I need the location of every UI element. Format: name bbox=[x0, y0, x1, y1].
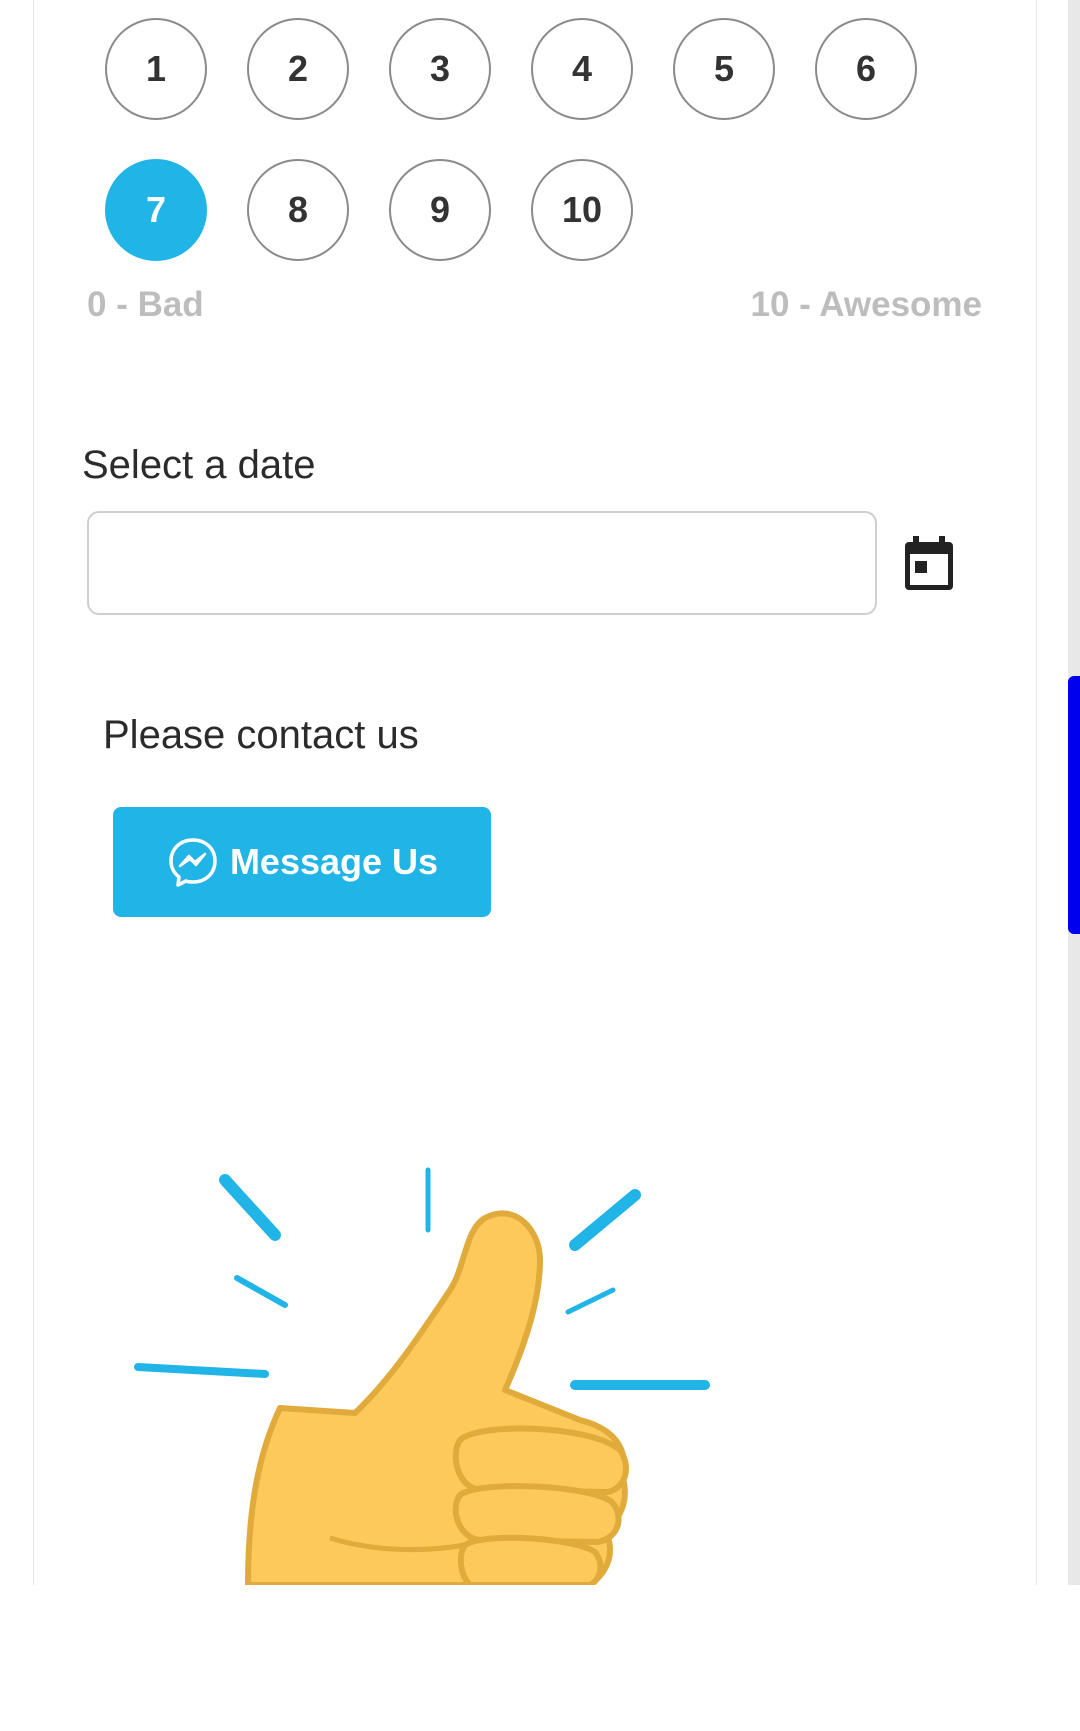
message-us-label: Message Us bbox=[229, 841, 439, 882]
rating-option-3[interactable]: 3 bbox=[389, 18, 491, 120]
rating-option-7[interactable]: 7 bbox=[105, 159, 207, 261]
rating-option-5[interactable]: 5 bbox=[673, 18, 775, 120]
rating-low-label: 0 - Bad bbox=[87, 285, 204, 324]
thumbs-up-icon bbox=[134, 1167, 710, 1585]
message-us-button[interactable]: Message Us bbox=[113, 807, 491, 917]
contact-heading: Please contact us bbox=[103, 713, 419, 757]
messenger-icon bbox=[169, 838, 217, 887]
rating-option-8[interactable]: 8 bbox=[247, 159, 349, 261]
rating-option-1[interactable]: 1 bbox=[105, 18, 207, 120]
rating-option-2[interactable]: 2 bbox=[247, 18, 349, 120]
date-field-label: Select a date bbox=[82, 443, 316, 487]
rating-option-4[interactable]: 4 bbox=[531, 18, 633, 120]
calendar-icon[interactable] bbox=[903, 536, 955, 592]
date-input[interactable] bbox=[87, 511, 877, 615]
rating-option-9[interactable]: 9 bbox=[389, 159, 491, 261]
rating-option-10[interactable]: 10 bbox=[531, 159, 633, 261]
rating-high-label: 10 - Awesome bbox=[750, 285, 983, 324]
rating-option-6[interactable]: 6 bbox=[815, 18, 917, 120]
scrollbar-thumb[interactable] bbox=[1068, 676, 1080, 934]
